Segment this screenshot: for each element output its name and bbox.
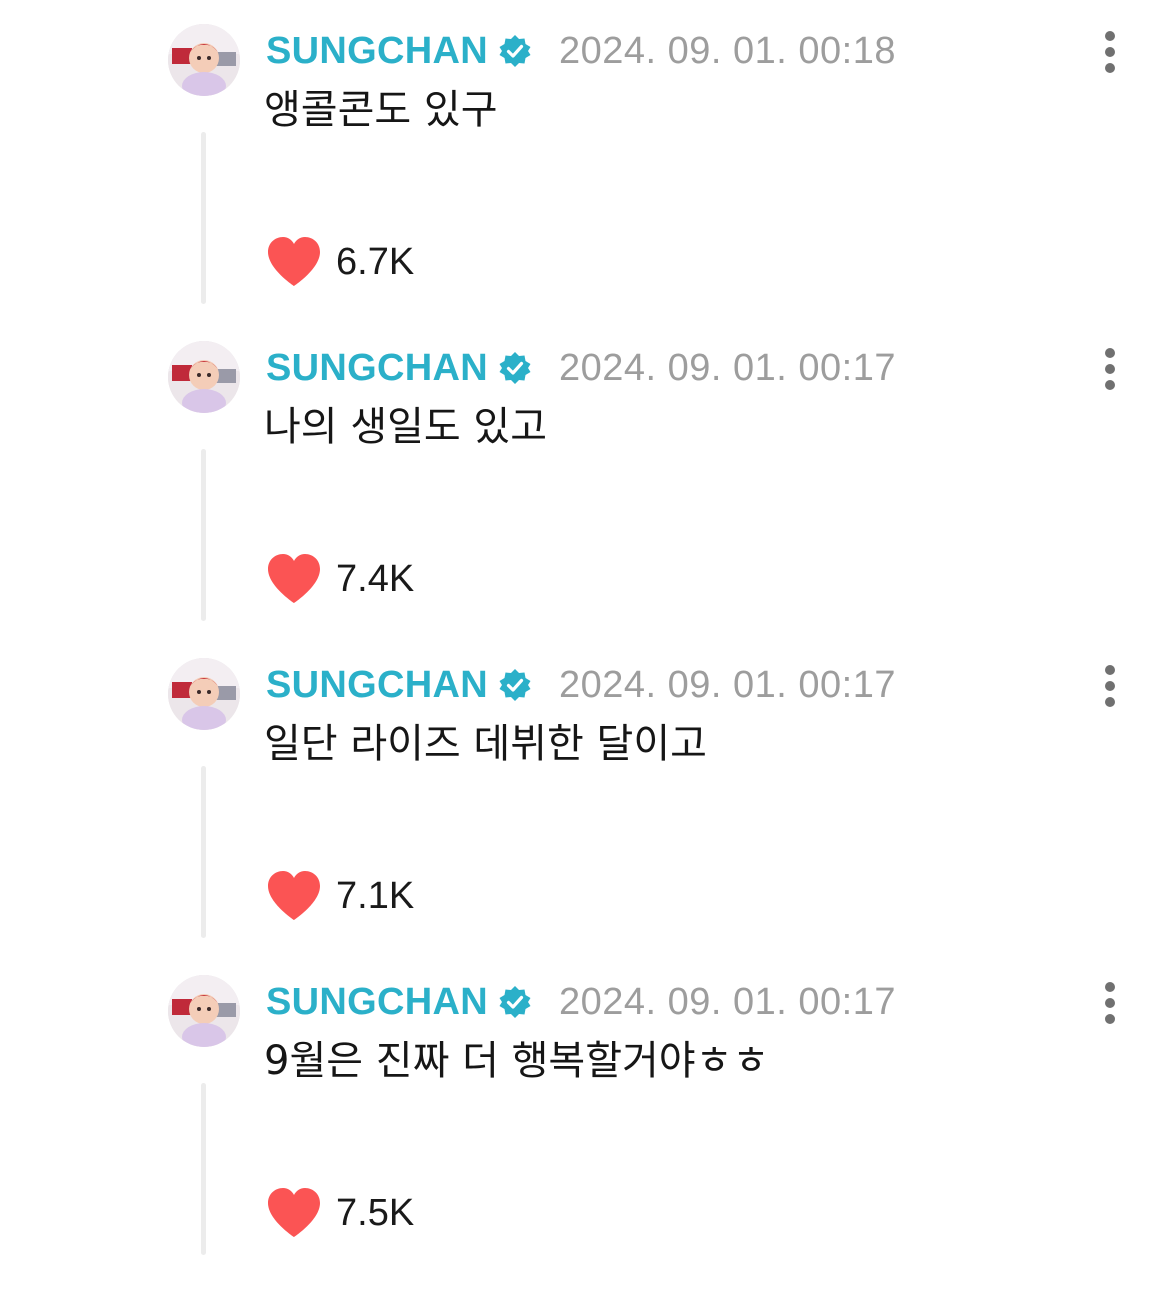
verified-badge-icon <box>498 985 532 1019</box>
heart-icon[interactable] <box>266 553 322 605</box>
thread-line <box>201 132 206 304</box>
like-count: 7.4K <box>336 557 415 600</box>
like-row: 7.4K <box>266 549 414 609</box>
thread-line <box>201 766 206 938</box>
like-row: 6.7K <box>266 232 414 292</box>
like-count: 7.5K <box>336 1191 415 1234</box>
avatar[interactable] <box>168 658 240 730</box>
timestamp: 2024. 09. 01. 00:17 <box>558 663 896 706</box>
post-item: SUNGCHAN 2024. 09. 01. 00:17 9월은 진짜 더 행복… <box>0 975 1170 1292</box>
timestamp: 2024. 09. 01. 00:18 <box>558 29 896 72</box>
message-text: 나의 생일도 있고 <box>264 404 548 450</box>
post-header: SUNGCHAN 2024. 09. 01. 00:18 <box>266 26 896 76</box>
thread-line <box>201 449 206 621</box>
heart-icon[interactable] <box>266 870 322 922</box>
username[interactable]: SUNGCHAN <box>266 664 488 707</box>
like-row: 7.1K <box>266 866 414 926</box>
post-header: SUNGCHAN 2024. 09. 01. 00:17 <box>266 660 896 710</box>
username[interactable]: SUNGCHAN <box>266 981 488 1024</box>
like-row: 7.5K <box>266 1183 414 1243</box>
heart-icon[interactable] <box>266 1187 322 1239</box>
more-vertical-icon[interactable] <box>1101 982 1119 1026</box>
post-item: SUNGCHAN 2024. 09. 01. 00:17 나의 생일도 있고 7… <box>0 341 1170 658</box>
verified-badge-icon <box>498 668 532 702</box>
message-text: 앵콜콘도 있구 <box>264 87 498 133</box>
verified-badge-icon <box>498 34 532 68</box>
like-count: 6.7K <box>336 240 415 283</box>
message-text: 일단 라이즈 데뷔한 달이고 <box>264 721 707 767</box>
thread-line <box>201 1083 206 1255</box>
avatar[interactable] <box>168 24 240 96</box>
avatar[interactable] <box>168 341 240 413</box>
verified-badge-icon <box>498 351 532 385</box>
message-text: 9월은 진짜 더 행복할거야ㅎㅎ <box>264 1038 770 1084</box>
more-vertical-icon[interactable] <box>1101 665 1119 709</box>
more-vertical-icon[interactable] <box>1101 31 1119 75</box>
like-count: 7.1K <box>336 874 415 917</box>
comment-feed: SUNGCHAN 2024. 09. 01. 00:18 앵콜콘도 있구 6.7… <box>0 0 1170 1256</box>
avatar[interactable] <box>168 975 240 1047</box>
username[interactable]: SUNGCHAN <box>266 30 488 73</box>
heart-icon[interactable] <box>266 236 322 288</box>
timestamp: 2024. 09. 01. 00:17 <box>558 980 896 1023</box>
more-vertical-icon[interactable] <box>1101 348 1119 392</box>
post-item: SUNGCHAN 2024. 09. 01. 00:18 앵콜콘도 있구 6.7… <box>0 24 1170 341</box>
username[interactable]: SUNGCHAN <box>266 347 488 390</box>
post-header: SUNGCHAN 2024. 09. 01. 00:17 <box>266 343 896 393</box>
post-header: SUNGCHAN 2024. 09. 01. 00:17 <box>266 977 896 1027</box>
post-item: SUNGCHAN 2024. 09. 01. 00:17 일단 라이즈 데뷔한 … <box>0 658 1170 975</box>
timestamp: 2024. 09. 01. 00:17 <box>558 346 896 389</box>
